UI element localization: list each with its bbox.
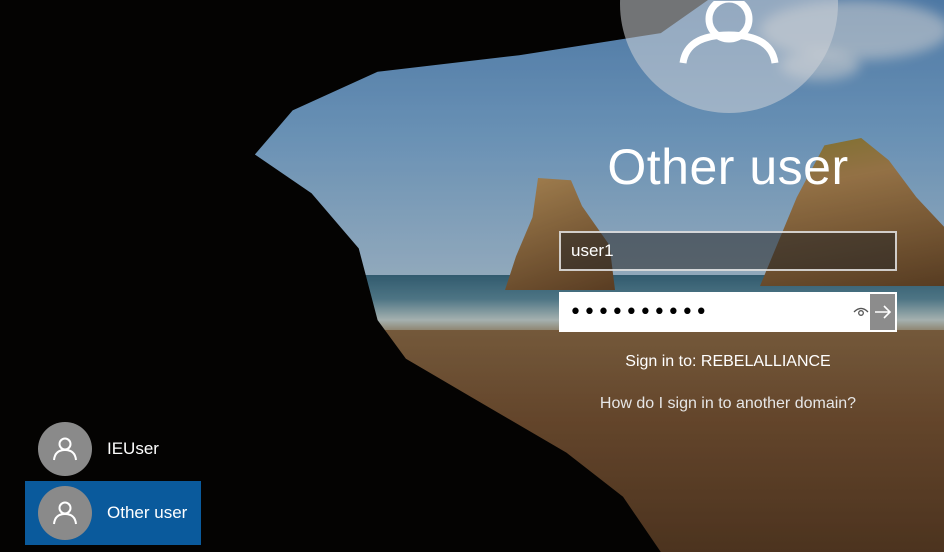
username-input[interactable] xyxy=(561,233,895,269)
user-name-label: Other user xyxy=(107,503,188,522)
sign-in-domain-text: Sign in to: REBELALLIANCE xyxy=(625,353,831,370)
avatar xyxy=(38,422,92,476)
user-list-item-ieuser[interactable]: IEUser xyxy=(25,417,201,481)
password-input[interactable] xyxy=(561,294,851,330)
eye-icon xyxy=(853,307,869,316)
user-silhouette-icon xyxy=(53,437,77,461)
user-list-item-other-user[interactable]: Other user xyxy=(25,481,201,545)
submit-button[interactable] xyxy=(870,294,895,330)
user-silhouette-icon xyxy=(679,1,779,64)
reveal-password-button[interactable] xyxy=(851,294,871,330)
avatar xyxy=(38,486,92,540)
password-field[interactable] xyxy=(559,292,897,332)
user-silhouette-icon xyxy=(53,501,77,525)
username-field[interactable] xyxy=(559,231,897,271)
other-domain-link[interactable]: How do I sign in to another domain? xyxy=(560,395,896,413)
arrow-right-icon xyxy=(874,305,891,319)
user-name-label: IEUser xyxy=(107,439,159,458)
account-name-title: Other user xyxy=(607,139,849,195)
